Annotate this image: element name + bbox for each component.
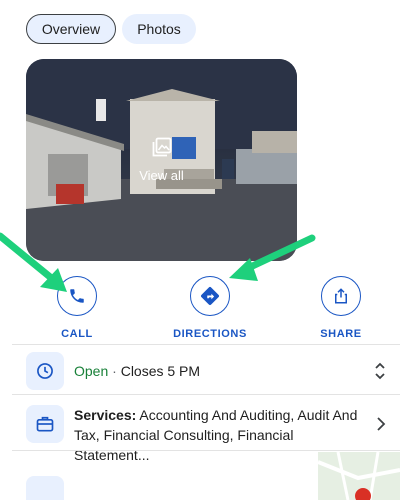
map-image — [318, 452, 400, 500]
tab-photos[interactable]: Photos — [122, 14, 196, 44]
divider-middle — [12, 394, 400, 395]
share-label: SHARE — [320, 328, 362, 340]
briefcase-icon — [36, 416, 54, 432]
map-thumbnail[interactable] — [318, 452, 400, 500]
directions-label: DIRECTIONS — [173, 328, 247, 340]
call-button[interactable]: CALL — [52, 276, 102, 340]
place-photo[interactable]: View all — [26, 59, 297, 261]
hours-icon-chip — [26, 352, 64, 390]
tab-overview[interactable]: Overview — [26, 14, 116, 44]
phone-icon — [70, 289, 84, 303]
open-status: Open — [74, 363, 109, 379]
expand-collapse-icon[interactable] — [374, 361, 386, 381]
next-row-icon-chip — [26, 476, 64, 500]
clock-icon — [37, 363, 53, 379]
share-button[interactable]: SHARE — [314, 276, 368, 340]
divider-bottom — [12, 450, 400, 451]
chevron-right-icon[interactable] — [376, 416, 386, 432]
share-circle — [321, 276, 361, 316]
services-label: Services: — [74, 407, 137, 423]
hours-separator: · — [112, 363, 117, 379]
call-label: CALL — [61, 328, 93, 340]
directions-icon — [201, 287, 219, 305]
view-all-label: View all — [139, 168, 184, 183]
services-icon-chip — [26, 405, 64, 443]
closing-time: Closes 5 PM — [120, 363, 201, 379]
view-all-overlay[interactable]: View all — [26, 137, 297, 183]
call-circle — [57, 276, 97, 316]
directions-button[interactable]: DIRECTIONS — [165, 276, 255, 340]
directions-circle — [190, 276, 230, 316]
divider-top — [12, 344, 400, 345]
photo-gallery-icon — [152, 137, 171, 157]
hours-row[interactable]: Open · Closes 5 PM — [74, 363, 200, 379]
share-icon — [335, 288, 347, 304]
